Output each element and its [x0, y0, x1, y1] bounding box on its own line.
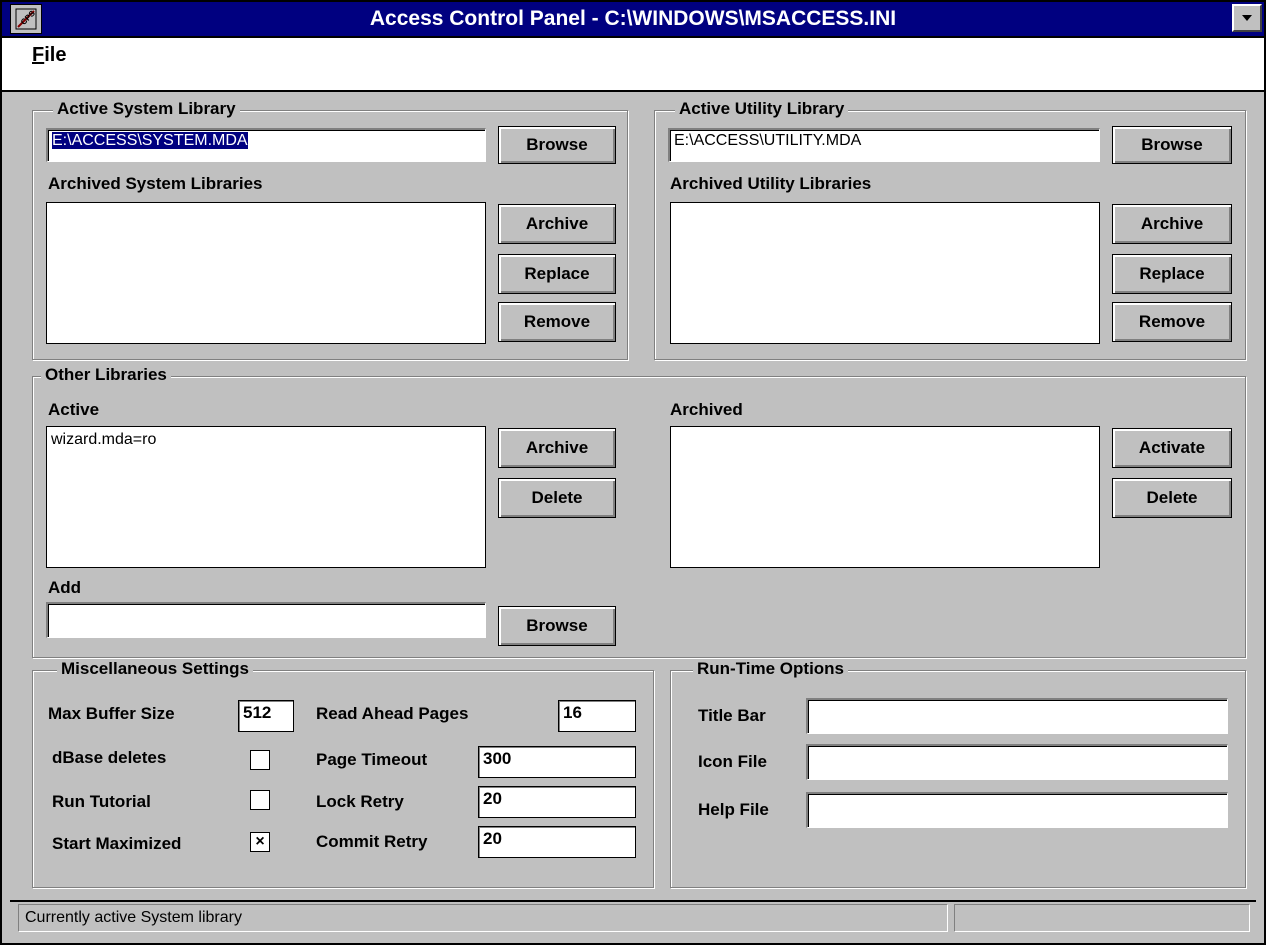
- window-title: Access Control Panel - C:\WINDOWS\MSACCE…: [369, 7, 897, 30]
- dbase-deletes-label: dBase deletes: [52, 748, 167, 767]
- window-dropdown-button[interactable]: [1232, 4, 1262, 32]
- max-buffer-label: Max Buffer Size: [48, 704, 175, 723]
- run-tutorial-label: Run Tutorial: [52, 792, 151, 811]
- utility-library-legend: Active Utility Library: [675, 99, 849, 119]
- read-ahead-label: Read Ahead Pages: [316, 704, 469, 723]
- status-pane-secondary: [954, 904, 1250, 932]
- other-active-list[interactable]: wizard.mda=ro: [46, 426, 486, 568]
- other-archive-button[interactable]: Archive: [498, 428, 616, 468]
- utility-library-input-text: E:\ACCESS\UTILITY.MDA: [674, 132, 862, 149]
- other-archived-label: Archived: [670, 400, 743, 419]
- other-activate-button[interactable]: Activate: [1112, 428, 1232, 468]
- archived-utility-label: Archived Utility Libraries: [670, 174, 872, 193]
- icon-file-input[interactable]: [806, 744, 1228, 780]
- menu-file-mnemonic: F: [32, 44, 45, 66]
- system-library-input-text: E:\ACCESS\SYSTEM.MDA: [52, 132, 248, 149]
- system-archive-button[interactable]: Archive: [498, 204, 616, 244]
- commit-retry-input[interactable]: 20: [478, 826, 636, 858]
- start-maximized-checkbox[interactable]: ×: [250, 832, 270, 852]
- system-browse-button[interactable]: Browse: [498, 126, 616, 164]
- add-browse-button[interactable]: Browse: [498, 606, 616, 646]
- add-library-input[interactable]: [46, 602, 486, 638]
- utility-browse-button[interactable]: Browse: [1112, 126, 1232, 164]
- archived-system-label: Archived System Libraries: [48, 174, 263, 193]
- system-menu-button[interactable]: CPS: [10, 4, 42, 34]
- utility-replace-button[interactable]: Replace: [1112, 254, 1232, 294]
- title-bar: CPS Access Control Panel - C:\WINDOWS\MS…: [2, 2, 1264, 38]
- system-replace-button[interactable]: Replace: [498, 254, 616, 294]
- help-file-input[interactable]: [806, 792, 1228, 828]
- other-archived-list[interactable]: [670, 426, 1100, 568]
- other-archived-delete-button[interactable]: Delete: [1112, 478, 1232, 518]
- system-library-legend: Active System Library: [53, 99, 240, 119]
- status-bar: Currently active System library: [10, 900, 1256, 936]
- add-label: Add: [48, 578, 82, 597]
- menu-file[interactable]: File: [32, 44, 66, 67]
- status-text: Currently active System library: [18, 904, 948, 932]
- menu-file-label: ile: [44, 44, 67, 66]
- page-timeout-input[interactable]: 300: [478, 746, 636, 778]
- down-arrow-icon: [1241, 9, 1253, 27]
- misc-settings-legend: Miscellaneous Settings: [57, 659, 253, 679]
- page-timeout-label: Page Timeout: [316, 750, 428, 769]
- commit-retry-label: Commit Retry: [316, 832, 428, 851]
- help-file-label: Help File: [698, 800, 769, 819]
- runtime-options-legend: Run-Time Options: [693, 659, 849, 679]
- system-remove-button[interactable]: Remove: [498, 302, 616, 342]
- other-libraries-legend: Other Libraries: [41, 365, 171, 385]
- cps-app-icon: CPS: [14, 7, 38, 31]
- system-library-input[interactable]: E:\ACCESS\SYSTEM.MDA: [46, 128, 486, 162]
- max-buffer-input[interactable]: 512: [238, 700, 294, 732]
- other-delete-button[interactable]: Delete: [498, 478, 616, 518]
- dbase-deletes-checkbox[interactable]: [250, 750, 270, 770]
- window: CPS Access Control Panel - C:\WINDOWS\MS…: [0, 0, 1266, 945]
- utility-archive-button[interactable]: Archive: [1112, 204, 1232, 244]
- archived-utility-list[interactable]: [670, 202, 1100, 344]
- utility-remove-button[interactable]: Remove: [1112, 302, 1232, 342]
- icon-file-label: Icon File: [698, 752, 767, 771]
- list-item[interactable]: wizard.mda=ro: [51, 431, 481, 449]
- run-tutorial-checkbox[interactable]: [250, 790, 270, 810]
- lock-retry-input[interactable]: 20: [478, 786, 636, 818]
- menu-bar: File: [2, 38, 1264, 92]
- read-ahead-input[interactable]: 16: [558, 700, 636, 732]
- start-maximized-label: Start Maximized: [52, 834, 182, 853]
- title-bar-input[interactable]: [806, 698, 1228, 734]
- utility-library-input[interactable]: E:\ACCESS\UTILITY.MDA: [668, 128, 1100, 162]
- other-active-label: Active: [48, 400, 100, 419]
- title-bar-label: Title Bar: [698, 706, 766, 725]
- check-mark-icon: ×: [255, 833, 265, 850]
- lock-retry-label: Lock Retry: [316, 792, 404, 811]
- archived-system-list[interactable]: [46, 202, 486, 344]
